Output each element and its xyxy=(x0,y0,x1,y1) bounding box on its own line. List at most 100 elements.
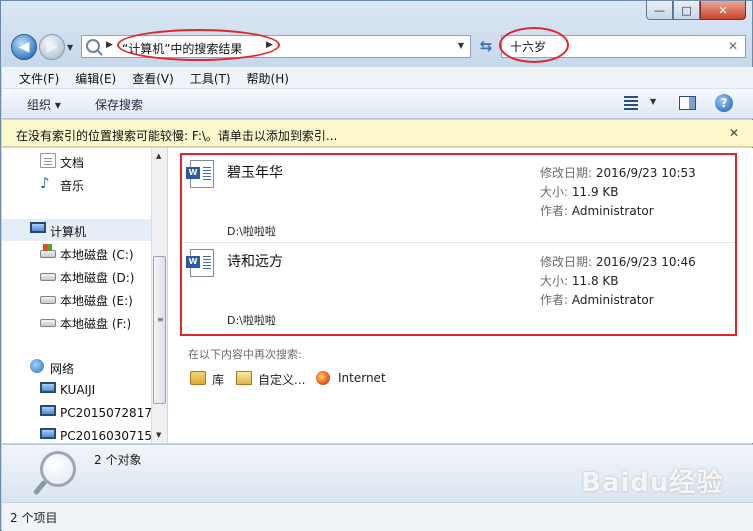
result-item[interactable]: 碧玉年华 D:\啦啦啦 修改日期: 2016/9/23 10:53 大小: 11… xyxy=(182,156,736,244)
nav-item-documents[interactable]: 文档 xyxy=(2,150,152,172)
result-divider xyxy=(182,242,736,243)
nav-item-drive-f[interactable]: 本地磁盘 (F:) xyxy=(2,311,152,333)
computer-icon xyxy=(40,382,56,393)
organize-button[interactable]: 组织 ▾ xyxy=(27,96,61,113)
status-bar: 2 个项目 xyxy=(2,502,753,531)
search-again-option-label: Internet xyxy=(338,371,386,385)
nav-item-label: 网络 xyxy=(50,362,75,376)
result-size: 大小: 11.8 KB xyxy=(540,272,619,289)
nav-item-network[interactable]: 网络 xyxy=(2,356,152,378)
menu-bar: 文件(F) 编辑(E) 查看(V) 工具(T) 帮助(H) xyxy=(2,67,753,89)
refresh-icon[interactable]: ⇆ xyxy=(475,36,497,58)
nav-item-music[interactable]: ♪ 音乐 xyxy=(2,173,152,195)
drive-icon xyxy=(40,273,56,281)
scrollbar-thumb[interactable]: ≡ xyxy=(153,256,166,404)
minimize-button[interactable]: — xyxy=(646,1,673,20)
meta-key: 大小: xyxy=(540,185,569,199)
magnifier-handle xyxy=(32,479,48,496)
breadcrumb-arrow-icon[interactable]: ▶ xyxy=(106,40,113,50)
menu-help[interactable]: 帮助(H) xyxy=(239,67,297,89)
item-count: 2 个项目 xyxy=(10,511,58,525)
meta-value: 2016/9/23 10:46 xyxy=(595,255,696,269)
computer-icon xyxy=(40,405,56,416)
document-icon xyxy=(40,153,56,168)
result-item[interactable]: 诗和远方 D:\啦啦啦 修改日期: 2016/9/23 10:46 大小: 11… xyxy=(182,245,736,333)
nav-item-computer[interactable]: 计算机 xyxy=(2,219,152,241)
nav-item-label: 本地磁盘 (C:) xyxy=(60,248,134,262)
help-button[interactable]: ? xyxy=(715,94,733,112)
nav-item-drive-e[interactable]: 本地磁盘 (E:) xyxy=(2,288,152,310)
scroll-up-icon[interactable]: ▲ xyxy=(156,152,161,160)
search-again-label: 在以下内容中再次搜索: xyxy=(188,348,302,361)
command-bar: 组织 ▾ 保存搜索 ▼ ? xyxy=(2,89,753,119)
nav-item-label: 本地磁盘 (F:) xyxy=(60,317,132,331)
nav-item-drive-c[interactable]: 本地磁盘 (C:) xyxy=(2,242,152,264)
meta-value: Administrator xyxy=(571,293,654,307)
explorer-window: — □ ✕ ◀ ▶ ▼ ▶ “计算机”中的搜索结果 ▶ ▼ ⇆ ✕ 文件(F) … xyxy=(0,0,753,531)
recent-pages-dropdown-icon[interactable]: ▼ xyxy=(67,43,73,52)
result-name[interactable]: 诗和远方 xyxy=(227,251,283,271)
view-dropdown-icon[interactable]: ▼ xyxy=(650,97,656,106)
internet-globe-icon xyxy=(316,371,330,385)
meta-key: 修改日期: xyxy=(540,166,593,180)
result-path: D:\啦啦啦 xyxy=(227,225,276,238)
drive-icon xyxy=(40,296,56,304)
result-modified: 修改日期: 2016/9/23 10:53 xyxy=(540,164,696,181)
breadcrumb-arrow-icon[interactable]: ▶ xyxy=(266,40,273,50)
nav-item-label: 本地磁盘 (D:) xyxy=(60,271,135,285)
menu-view[interactable]: 查看(V) xyxy=(124,67,182,89)
drive-c-icon xyxy=(40,244,56,258)
nav-item-label: 本地磁盘 (E:) xyxy=(60,294,133,308)
custom-folder-icon xyxy=(236,371,252,385)
meta-value: 11.8 KB xyxy=(571,274,619,288)
clear-search-icon[interactable]: ✕ xyxy=(728,39,738,53)
nav-item-drive-d[interactable]: 本地磁盘 (D:) xyxy=(2,265,152,287)
index-info-bar[interactable]: 在没有索引的位置搜索可能较慢: F:\。请单击以添加到索引... ✕ xyxy=(2,120,753,147)
result-modified: 修改日期: 2016/9/23 10:46 xyxy=(540,253,696,270)
meta-key: 大小: xyxy=(540,274,569,288)
info-bar-close-icon[interactable]: ✕ xyxy=(729,126,739,140)
meta-key: 作者: xyxy=(540,293,569,307)
address-bar[interactable]: ▶ “计算机”中的搜索结果 ▶ ▼ xyxy=(81,35,471,58)
meta-value: 2016/9/23 10:53 xyxy=(595,166,696,180)
result-name[interactable]: 碧玉年华 xyxy=(227,162,283,182)
music-icon: ♪ xyxy=(40,174,50,192)
nav-item-pc2[interactable]: PC20160307155 xyxy=(2,425,152,443)
nav-item-label: 文档 xyxy=(60,156,85,170)
search-results-pane: 碧玉年华 D:\啦啦啦 修改日期: 2016/9/23 10:53 大小: 11… xyxy=(168,148,753,443)
search-box[interactable]: ✕ xyxy=(501,35,746,58)
drive-icon xyxy=(40,319,56,327)
nav-scrollbar[interactable]: ▲ ≡ ▼ xyxy=(151,148,167,443)
nav-item-label: PC20150728170 xyxy=(60,406,152,420)
search-again-option-label: 库 xyxy=(212,373,225,387)
forward-button[interactable]: ▶ xyxy=(39,34,65,60)
search-input[interactable] xyxy=(510,39,720,53)
nav-item-kuaiji[interactable]: KUAIJI xyxy=(2,379,152,401)
close-button[interactable]: ✕ xyxy=(700,1,746,20)
address-dropdown-icon[interactable]: ▼ xyxy=(458,41,464,50)
word-document-icon xyxy=(186,249,214,277)
back-button[interactable]: ◀ xyxy=(11,34,37,60)
maximize-button[interactable]: □ xyxy=(673,1,700,20)
meta-key: 修改日期: xyxy=(540,255,593,269)
menu-tools[interactable]: 工具(T) xyxy=(182,67,239,89)
result-size: 大小: 11.9 KB xyxy=(540,183,619,200)
scroll-down-icon[interactable]: ▼ xyxy=(156,431,161,439)
grip-icon: ≡ xyxy=(157,315,164,324)
nav-item-label: KUAIJI xyxy=(60,383,96,397)
preview-pane-icon[interactable] xyxy=(679,96,696,110)
breadcrumb-search-results[interactable]: “计算机”中的搜索结果 xyxy=(122,40,242,57)
caption-buttons: — □ ✕ xyxy=(646,1,746,20)
computer-icon xyxy=(30,222,46,233)
menu-edit[interactable]: 编辑(E) xyxy=(67,67,124,89)
result-author: 作者: Administrator xyxy=(540,291,654,308)
save-search-button[interactable]: 保存搜索 xyxy=(95,96,143,113)
nav-item-label: 音乐 xyxy=(60,179,85,193)
menu-file[interactable]: 文件(F) xyxy=(11,67,67,89)
library-icon xyxy=(190,371,206,385)
result-path: D:\啦啦啦 xyxy=(227,314,276,327)
change-view-icon[interactable] xyxy=(624,96,638,110)
info-bar-text[interactable]: 在没有索引的位置搜索可能较慢: F:\。请单击以添加到索引... xyxy=(16,127,337,144)
search-folder-icon xyxy=(86,39,100,53)
nav-item-pc1[interactable]: PC20150728170 xyxy=(2,402,152,424)
